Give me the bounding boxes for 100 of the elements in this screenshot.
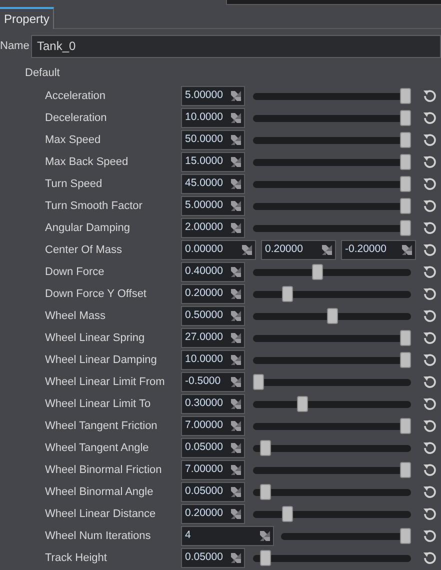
number-field[interactable]: 0.40000 (181, 262, 245, 282)
property-label: Wheel Linear Spring (44, 330, 146, 346)
slider-track[interactable] (253, 154, 411, 170)
number-field[interactable]: 0.50000 (181, 306, 245, 326)
slider-track[interactable] (253, 330, 411, 346)
number-field[interactable]: 0.05000 (181, 438, 245, 458)
slider-thumb[interactable] (400, 154, 411, 170)
reset-icon[interactable] (422, 198, 438, 214)
slider-thumb[interactable] (400, 132, 411, 148)
number-field[interactable]: 0.30000 (181, 394, 245, 414)
number-field[interactable]: 0.00000 (181, 240, 256, 260)
reset-icon[interactable] (422, 462, 438, 478)
reset-icon[interactable] (422, 132, 438, 148)
reset-icon[interactable] (422, 88, 438, 104)
slider-thumb[interactable] (400, 528, 411, 544)
slider-thumb[interactable] (400, 88, 411, 104)
slider-thumb[interactable] (400, 330, 411, 346)
slider-track[interactable] (253, 352, 411, 368)
reset-icon[interactable] (422, 506, 438, 522)
slider-thumb[interactable] (260, 484, 272, 500)
reset-icon[interactable] (422, 374, 438, 390)
number-field[interactable]: 10.0000 (181, 350, 245, 370)
reset-icon[interactable] (422, 176, 438, 192)
number-field[interactable]: 50.0000 (181, 130, 245, 150)
slider-thumb[interactable] (400, 220, 411, 236)
reset-icon[interactable] (422, 440, 438, 456)
property-label: Angular Damping (44, 220, 131, 236)
reset-icon[interactable] (422, 352, 438, 368)
slider-thumb[interactable] (400, 110, 411, 126)
number-field[interactable]: 0.05000 (181, 548, 245, 568)
resize-handle-icon (402, 245, 412, 255)
slider-thumb[interactable] (400, 462, 411, 478)
reset-icon[interactable] (422, 154, 438, 170)
slider-thumb[interactable] (326, 308, 338, 324)
number-field[interactable]: 0.20000 (181, 284, 245, 304)
slider-thumb[interactable] (312, 264, 323, 280)
reset-icon[interactable] (422, 110, 438, 126)
reset-icon[interactable] (422, 484, 438, 500)
reset-icon[interactable] (422, 242, 438, 258)
reset-icon[interactable] (422, 330, 438, 346)
number-field[interactable]: 7.00000 (181, 460, 245, 480)
slider-thumb[interactable] (260, 440, 272, 456)
tab[interactable]: Property (0, 7, 54, 29)
slider-thumb[interactable] (282, 286, 294, 302)
property-label: Down Force Y Offset (44, 286, 148, 302)
slider-track[interactable] (253, 110, 411, 126)
slider-thumb[interactable] (400, 352, 411, 368)
reset-icon[interactable] (422, 528, 438, 544)
resize-handle-icon (231, 135, 241, 145)
name-field[interactable]: Tank_0 (31, 34, 441, 58)
reset-icon[interactable] (422, 264, 438, 280)
slider-track[interactable] (253, 176, 411, 192)
reset-icon[interactable] (422, 286, 438, 302)
slider-track[interactable] (253, 484, 411, 500)
reset-icon[interactable] (422, 396, 438, 412)
number-field[interactable]: 0.20000 (261, 240, 336, 260)
number-field[interactable]: 5.00000 (181, 86, 245, 106)
reset-icon[interactable] (422, 550, 438, 566)
number-field[interactable]: -0.5000 (181, 372, 245, 392)
slider-track[interactable] (253, 264, 411, 280)
slider-thumb[interactable] (297, 396, 308, 412)
property-label: Wheel Num Iterations (44, 528, 152, 544)
number-field[interactable]: 45.0000 (181, 174, 245, 194)
number-field[interactable]: 10.0000 (181, 108, 245, 128)
number-field[interactable]: 7.00000 (181, 416, 245, 436)
slider-thumb[interactable] (400, 198, 411, 214)
slider-track[interactable] (253, 220, 411, 236)
reset-icon[interactable] (422, 418, 438, 434)
number-field[interactable]: 15.0000 (181, 152, 245, 172)
slider-thumb[interactable] (253, 374, 264, 390)
reset-icon[interactable] (422, 220, 438, 236)
slider-track[interactable] (253, 396, 411, 412)
slider-thumb[interactable] (282, 506, 294, 522)
slider-track[interactable] (253, 198, 411, 214)
slider-track[interactable] (253, 374, 411, 390)
slider-track[interactable] (253, 286, 411, 302)
number-field[interactable]: 4 (181, 526, 274, 546)
resize-handle-icon (231, 421, 241, 431)
slider-track[interactable] (253, 462, 411, 478)
resize-handle-icon (231, 267, 241, 277)
number-field[interactable]: 2.00000 (181, 218, 245, 238)
slider-track[interactable] (281, 528, 411, 544)
slider-track[interactable] (253, 308, 411, 324)
slider-thumb[interactable] (260, 550, 272, 566)
reset-icon[interactable] (422, 308, 438, 324)
slider-track[interactable] (253, 550, 411, 566)
slider-track[interactable] (253, 506, 411, 522)
number-field[interactable]: -0.20000 (341, 240, 416, 260)
resize-handle-icon (231, 201, 241, 211)
number-field[interactable]: 27.0000 (181, 328, 245, 348)
slider-track[interactable] (253, 88, 411, 104)
slider-track[interactable] (253, 418, 411, 434)
slider-track[interactable] (253, 132, 411, 148)
slider-track[interactable] (253, 440, 411, 456)
slider-thumb[interactable] (400, 176, 411, 192)
number-field[interactable]: 5.00000 (181, 196, 245, 216)
number-field[interactable]: 0.20000 (181, 504, 245, 524)
slider-thumb[interactable] (400, 418, 411, 434)
property-label: Wheel Linear Damping (44, 352, 158, 368)
number-field[interactable]: 0.05000 (181, 482, 245, 502)
